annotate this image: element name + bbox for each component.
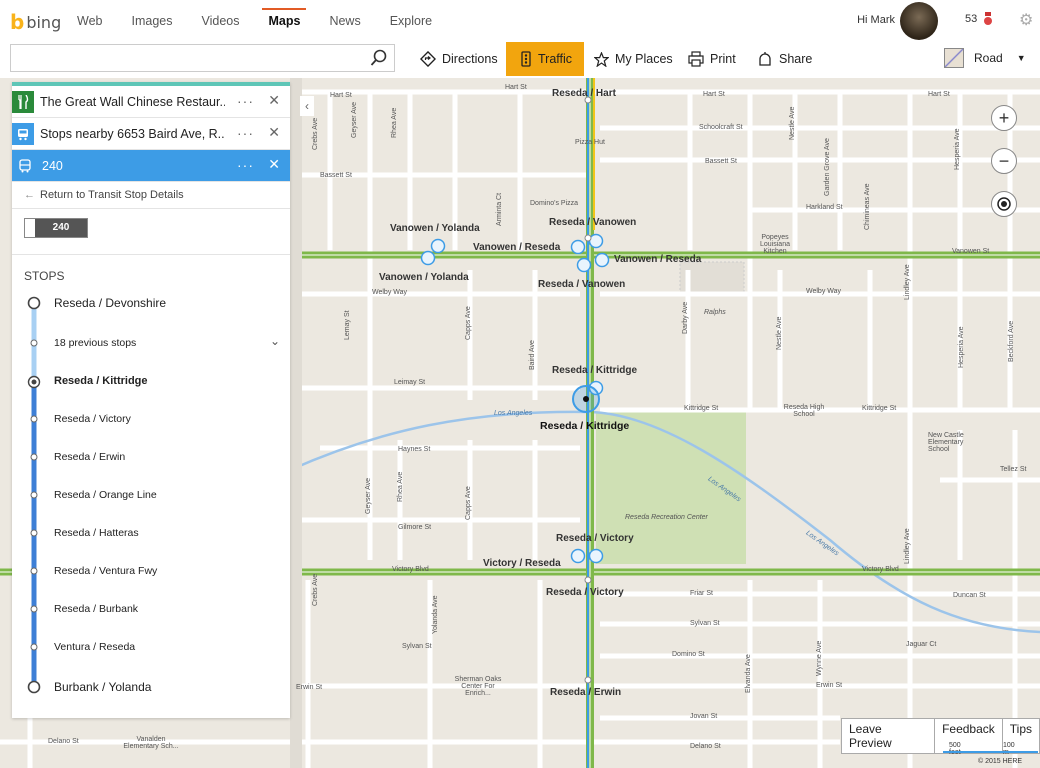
chevron-down-icon[interactable]: ⌄ — [270, 334, 280, 348]
route-stop-dot — [584, 234, 592, 242]
directions-label: Directions — [442, 52, 498, 66]
stop-marker-minor — [30, 529, 38, 537]
previous-stops-toggle[interactable]: 18 previous stops — [54, 337, 136, 349]
bing-logo[interactable]: b bing — [10, 10, 61, 34]
nav-web[interactable]: Web — [77, 0, 102, 42]
rewards-medal-icon[interactable] — [983, 12, 993, 26]
collapse-panel-button[interactable]: ‹ — [300, 96, 314, 116]
stop-marker-minor — [30, 567, 38, 575]
stop-item[interactable]: Reseda / Hatteras — [54, 527, 139, 539]
nav-videos[interactable]: Videos — [201, 0, 239, 42]
leave-preview-button[interactable]: Leave Preview — [842, 719, 936, 753]
print-button[interactable]: Print — [688, 42, 736, 76]
feedback-button[interactable]: Feedback — [935, 719, 1003, 753]
stop-marker-minor — [30, 643, 38, 651]
bus-stop-icon — [588, 548, 604, 564]
stop-marker-minor — [30, 605, 38, 613]
stop-marker-end — [27, 680, 41, 694]
zoom-in-button[interactable]: + — [991, 105, 1017, 131]
zoom-out-button[interactable]: − — [991, 148, 1017, 174]
stop-timeline — [27, 296, 41, 694]
directions-button[interactable]: Directions — [420, 42, 498, 76]
share-icon — [759, 52, 771, 66]
bus-stop-icon — [570, 239, 586, 255]
stop-marker-minor — [30, 415, 38, 423]
stop-marker-current-dot — [31, 379, 37, 385]
route-stop-dot — [584, 96, 592, 104]
map-style-label: Road — [974, 51, 1003, 65]
search-icon[interactable] — [370, 49, 388, 67]
stop-item[interactable]: Reseda / Orange Line — [54, 489, 157, 501]
nav-links: Web Images Videos Maps News Explore — [77, 0, 461, 42]
stop-item[interactable]: Ventura / Reseda — [54, 641, 135, 653]
bus-stop-icon — [576, 257, 592, 273]
my-places-button[interactable]: My Places — [594, 42, 673, 76]
map-toolbar: Directions Traffic My Places Print Share… — [0, 42, 1040, 79]
scale-feet: 500 feet — [949, 742, 961, 756]
avatar[interactable] — [900, 2, 938, 40]
directions-icon — [420, 51, 436, 67]
nav-maps[interactable]: Maps — [262, 0, 307, 42]
traffic-button[interactable]: Traffic — [506, 42, 585, 76]
gear-icon[interactable]: ⚙ — [1019, 10, 1033, 30]
copyright: © 2015 HERE — [978, 758, 1023, 765]
search-input[interactable] — [11, 45, 377, 71]
stop-marker-start — [27, 296, 41, 310]
bus-stop-icon — [420, 250, 436, 266]
route-stop-dot — [584, 676, 592, 684]
nav-news[interactable]: News — [329, 0, 360, 42]
selected-stop-dot — [583, 396, 589, 402]
logo-text: bing — [26, 12, 62, 32]
my-places-label: My Places — [615, 52, 673, 66]
user-greeting[interactable]: Hi Mark — [857, 14, 895, 26]
stop-item[interactable]: Reseda / Devonshire — [54, 296, 166, 310]
stop-marker-minor — [30, 339, 38, 347]
locate-me-button[interactable] — [991, 191, 1017, 217]
printer-icon — [688, 51, 704, 67]
stop-item[interactable]: Reseda / Burbank — [54, 603, 138, 615]
nav-images[interactable]: Images — [131, 0, 172, 42]
bing-b-icon: b — [10, 10, 25, 34]
directions-panel: The Great Wall Chinese Restaur... ··· ✕ … — [12, 82, 290, 718]
bus-stop-icon — [594, 252, 610, 268]
share-button[interactable]: Share — [757, 42, 812, 76]
share-label: Share — [779, 52, 813, 66]
nav-explore[interactable]: Explore — [390, 0, 432, 42]
stop-item[interactable]: Reseda / Victory — [54, 413, 131, 425]
map-style-selector[interactable]: Road ▼ — [944, 48, 1026, 68]
stop-item[interactable]: Burbank / Yolanda — [54, 680, 151, 694]
traffic-light-icon — [521, 51, 531, 67]
rewards-points[interactable]: 53 — [965, 13, 977, 25]
road-map-swatch-icon — [944, 48, 964, 68]
bus-stop-icon — [570, 548, 586, 564]
top-nav: b bing Web Images Videos Maps News Explo… — [0, 0, 1040, 42]
bus-stop-icon — [430, 238, 446, 254]
route-stop-dot — [584, 576, 592, 584]
stop-item-current[interactable]: Reseda / Kittridge — [54, 375, 148, 387]
search-box — [10, 44, 395, 72]
target-icon — [997, 197, 1011, 211]
bus-stop-icon — [588, 233, 604, 249]
chevron-down-icon: ▼ — [1016, 53, 1026, 63]
traffic-label: Traffic — [538, 52, 573, 66]
scale-line — [943, 751, 1038, 753]
stop-marker-minor — [30, 453, 38, 461]
stop-marker-minor — [30, 491, 38, 499]
print-label: Print — [710, 52, 736, 66]
star-icon — [594, 51, 609, 67]
scale-meters: 100 m — [1003, 742, 1015, 756]
stop-item[interactable]: Reseda / Erwin — [54, 451, 125, 463]
stop-item[interactable]: Reseda / Ventura Fwy — [54, 565, 157, 577]
